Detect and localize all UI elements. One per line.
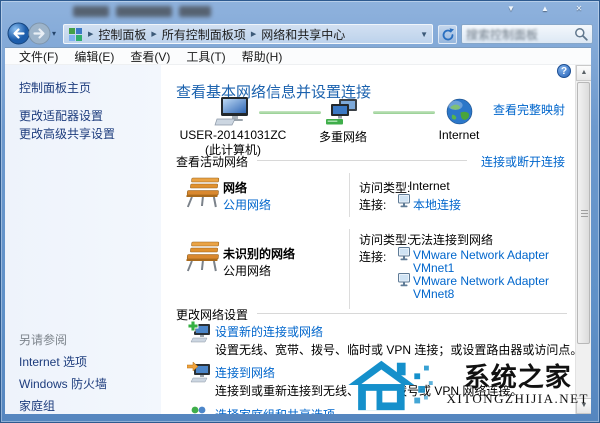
sidebar-item-internet-options[interactable]: Internet 选项 bbox=[19, 353, 87, 370]
access-type-label: 访问类型: bbox=[359, 233, 411, 247]
connection-label: 连接: bbox=[359, 250, 387, 264]
new-connection-icon bbox=[187, 320, 211, 348]
menu-file[interactable]: 文件(F) bbox=[11, 47, 66, 66]
section-divider bbox=[257, 313, 567, 314]
watermark-house-icon bbox=[348, 360, 434, 411]
map-link-line bbox=[373, 111, 435, 114]
menu-edit[interactable]: 编辑(E) bbox=[66, 47, 122, 66]
forward-icon bbox=[28, 22, 51, 45]
search-icon[interactable] bbox=[574, 27, 588, 41]
sidebar-item-windows-firewall[interactable]: Windows 防火墙 bbox=[19, 375, 107, 392]
section-divider bbox=[257, 160, 467, 161]
close-button[interactable]: ✕ bbox=[567, 2, 591, 15]
sidebar-item-control-panel-home[interactable]: 控制面板主页 bbox=[19, 79, 91, 96]
window: ▼ ▲ ✕ ▾ ▶ 控制面板 ▶ 所有控制面板项 ▶ 网络和共享中心 ▼ 搜索控… bbox=[0, 0, 600, 423]
connection-monitor-icon bbox=[398, 194, 410, 213]
help-icon[interactable]: ? bbox=[557, 64, 571, 78]
maximize-button[interactable]: ▲ bbox=[533, 2, 557, 15]
watermark-name: 系统之家 bbox=[463, 362, 572, 392]
network-type-label: 公用网络 bbox=[223, 264, 272, 278]
homegroup-options-link[interactable]: 选择家庭组和共享选项 bbox=[215, 406, 335, 414]
public-network-bench-icon bbox=[183, 177, 221, 214]
vmnet8-adapter-link[interactable]: VMware Network Adapter VMnet8 bbox=[413, 275, 555, 301]
homegroup-options-icon bbox=[187, 405, 211, 414]
watermark: 系统之家 XITONGZHIJIA.NET 系统之家 XITONGZHIJIA.… bbox=[346, 354, 589, 422]
window-title-redacted bbox=[73, 6, 211, 17]
refresh-icon bbox=[442, 27, 454, 40]
sidebar-item-change-advanced-sharing[interactable]: 更改高级共享设置 bbox=[19, 125, 115, 142]
network-type-link[interactable]: 公用网络 bbox=[223, 196, 271, 213]
menu-bar: 文件(F) 编辑(E) 查看(V) 工具(T) 帮助(H) bbox=[5, 47, 591, 65]
connection-label: 连接: bbox=[359, 198, 387, 212]
back-button[interactable] bbox=[7, 22, 30, 45]
window-controls: ▼ ▲ ✕ bbox=[499, 2, 591, 15]
access-type-value: 无法连接到网络 bbox=[409, 233, 494, 247]
scrollbar-grip bbox=[581, 213, 588, 214]
sidebar-see-also-header: 另请参阅 bbox=[19, 333, 68, 347]
scrollbar-thumb[interactable] bbox=[577, 82, 590, 344]
connection-monitor-icon bbox=[398, 273, 410, 292]
title-bar: ▼ ▲ ✕ bbox=[1, 1, 599, 21]
forward-button[interactable] bbox=[28, 22, 51, 45]
address-dropdown-icon[interactable]: ▼ bbox=[420, 30, 428, 39]
sidebar-item-change-adapter-settings[interactable]: 更改适配器设置 bbox=[19, 107, 103, 124]
search-placeholder: 搜索控制面板 bbox=[466, 27, 539, 42]
connection-monitor-icon bbox=[398, 247, 410, 266]
connect-to-network-icon bbox=[186, 361, 211, 388]
watermark-text: 系统之家 XITONGZHIJIA.NET 系统之家 XITONGZHIJIA.… bbox=[446, 362, 589, 422]
computer-icon[interactable] bbox=[213, 97, 253, 132]
breadcrumb: ▶ 控制面板 ▶ 所有控制面板项 ▶ 网络和共享中心 ▼ bbox=[63, 24, 433, 44]
minimize-button[interactable]: ▼ bbox=[499, 2, 523, 15]
sidebar: 控制面板主页 更改适配器设置 更改高级共享设置 另请参阅 Internet 选项… bbox=[5, 65, 161, 414]
scroll-up-button[interactable]: ▲ bbox=[576, 65, 591, 81]
local-connection-link[interactable]: 本地连接 bbox=[413, 196, 461, 213]
breadcrumb-item-network-sharing-center[interactable]: 网络和共享中心 bbox=[261, 26, 345, 43]
active-networks-header: 查看活动网络 bbox=[176, 155, 249, 169]
vmnet1-adapter-link[interactable]: VMware Network Adapter VMnet1 bbox=[413, 249, 555, 275]
row-divider bbox=[349, 229, 350, 309]
breadcrumb-item-all-items[interactable]: 所有控制面板项 bbox=[162, 26, 246, 43]
network-name: 网络 bbox=[223, 181, 248, 195]
access-type-value: Internet bbox=[409, 179, 450, 193]
connect-disconnect-link[interactable]: 连接或断开连接 bbox=[481, 153, 565, 170]
internet-globe-icon[interactable] bbox=[446, 98, 473, 130]
map-link-line bbox=[259, 111, 321, 114]
sidebar-item-homegroup[interactable]: 家庭组 bbox=[19, 397, 55, 414]
refresh-button[interactable] bbox=[438, 25, 457, 44]
see-full-map-link[interactable]: 查看完整映射 bbox=[493, 101, 565, 118]
address-bar: ▾ ▶ 控制面板 ▶ 所有控制面板项 ▶ 网络和共享中心 ▼ 搜索控制面板 bbox=[1, 21, 599, 47]
search-input[interactable]: 搜索控制面板 bbox=[461, 24, 593, 44]
multiple-networks-label: 多重网络 bbox=[318, 130, 367, 144]
network-name: 未识别的网络 bbox=[223, 247, 296, 261]
network-center-icon bbox=[69, 27, 82, 41]
menu-help[interactable]: 帮助(H) bbox=[234, 47, 291, 66]
watermark-site: XITONGZHIJIA.NET bbox=[446, 391, 589, 406]
breadcrumb-item-control-panel[interactable]: 控制面板 bbox=[98, 26, 146, 43]
computer-name-label: USER-20141031ZC bbox=[179, 128, 287, 142]
menu-tools[interactable]: 工具(T) bbox=[178, 47, 233, 66]
row-divider bbox=[349, 173, 350, 217]
breadcrumb-separator-icon: ▶ bbox=[151, 31, 157, 38]
breadcrumb-separator-icon: ▶ bbox=[88, 31, 94, 38]
back-icon bbox=[7, 22, 30, 45]
menu-view[interactable]: 查看(V) bbox=[122, 47, 178, 66]
nav-history-dropdown-icon[interactable]: ▾ bbox=[52, 29, 56, 38]
breadcrumb-separator-icon: ▶ bbox=[250, 31, 257, 38]
setup-new-connection-link[interactable]: 设置新的连接或网络 bbox=[215, 323, 323, 340]
internet-label: Internet bbox=[438, 128, 480, 142]
public-network-bench-icon bbox=[183, 241, 221, 278]
watermark-reflection: 系统之家 XITONGZHIJIA.NET bbox=[446, 408, 589, 423]
connect-to-network-link[interactable]: 连接到网络 bbox=[215, 364, 275, 381]
